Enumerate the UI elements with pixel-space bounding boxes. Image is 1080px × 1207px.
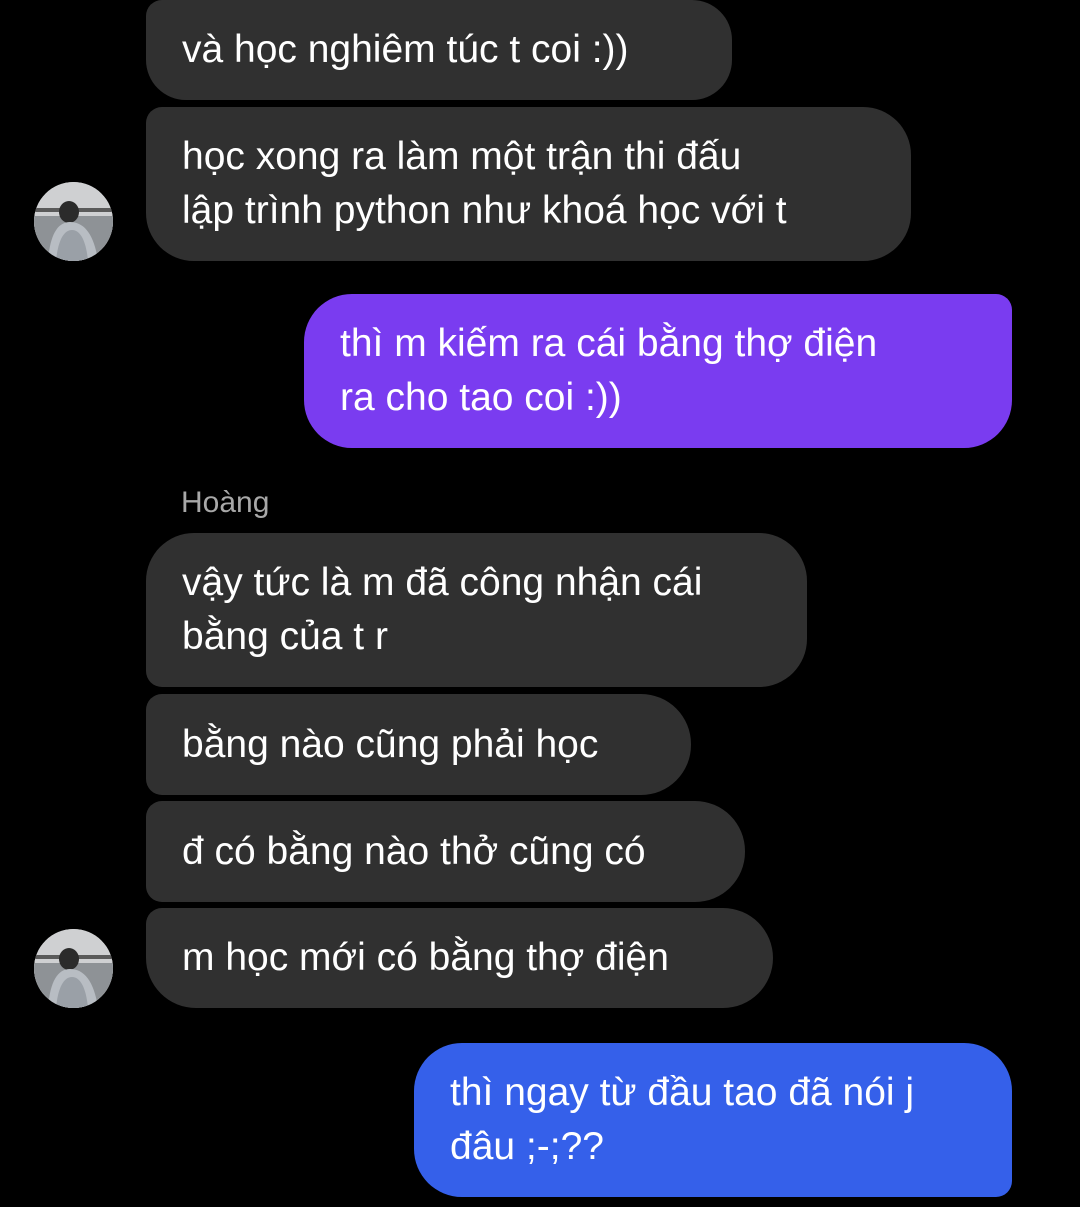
message-bubble-incoming[interactable]: đ có bằng nào thở cũng có	[146, 801, 745, 902]
message-bubble-incoming[interactable]: vậy tức là m đã công nhận cái bằng của t…	[146, 533, 807, 687]
avatar-photo-icon	[34, 182, 113, 261]
message-text: thì ngay từ đầu tao đã nói j	[450, 1071, 915, 1114]
message-text: học xong ra làm một trận thi đấu	[182, 135, 742, 178]
message-text: vậy tức là m đã công nhận cái	[182, 561, 703, 604]
message-bubble-incoming[interactable]: m học mới có bằng thợ điện	[146, 908, 773, 1008]
message-text: bằng nào cũng phải học	[182, 722, 599, 766]
message-bubble-outgoing[interactable]: thì m kiếm ra cái bằng thợ điện ra cho t…	[304, 294, 1012, 448]
message-text: đâu ;-;??	[450, 1125, 604, 1168]
message-text: và học nghiêm túc t coi :))	[182, 28, 629, 71]
message-text: bằng của t r	[182, 615, 388, 658]
message-text: thì m kiếm ra cái bằng thợ điện	[340, 322, 878, 365]
message-text: ra cho tao coi :))	[340, 376, 622, 419]
message-text: đ có bằng nào thở cũng có	[182, 829, 646, 873]
message-text: m học mới có bằng thợ điện	[182, 936, 669, 979]
message-bubble-incoming[interactable]: bằng nào cũng phải học	[146, 694, 691, 795]
message-bubble-incoming[interactable]: và học nghiêm túc t coi :))	[146, 0, 732, 100]
message-bubble-outgoing[interactable]: thì ngay từ đầu tao đã nói j đâu ;-;??	[414, 1043, 1012, 1197]
avatar-photo-icon	[34, 929, 113, 1008]
message-bubble-incoming[interactable]: học xong ra làm một trận thi đấu lập trì…	[146, 107, 911, 261]
contact-avatar[interactable]	[34, 182, 113, 261]
message-text: lập trình python như khoá học với t	[182, 189, 787, 232]
contact-avatar[interactable]	[34, 929, 113, 1008]
sender-name: Hoàng	[181, 486, 270, 519]
chat-thread: và học nghiêm túc t coi :)) học xong ra …	[0, 0, 1080, 1207]
